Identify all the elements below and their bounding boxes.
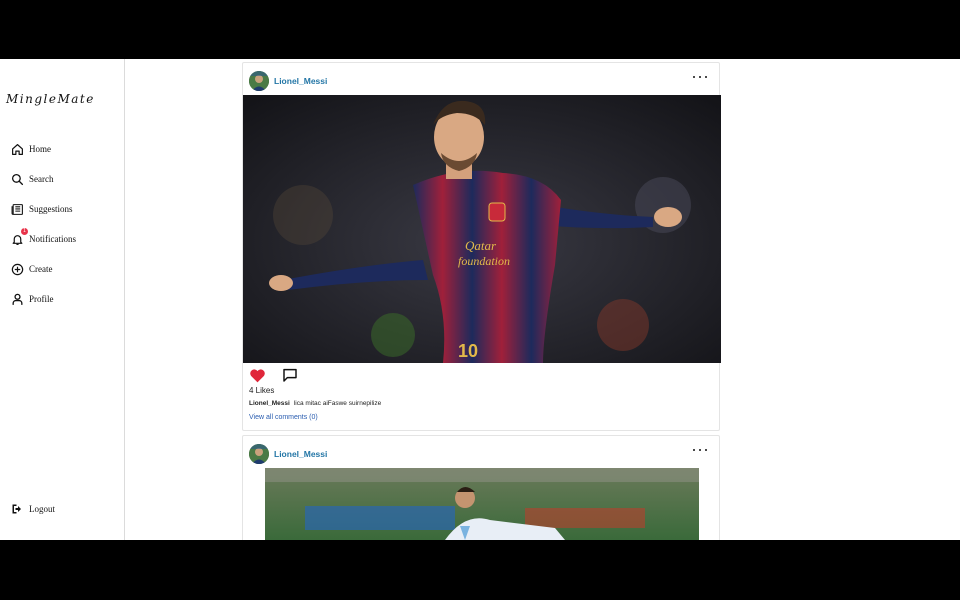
sidebar: MingleMate Home Search Suggestions 1 Not…	[0, 59, 125, 540]
home-icon	[9, 141, 25, 157]
feed: Lionel_Messi Qatar foundation 10 4 Likes…	[242, 59, 721, 540]
bell-icon: 1	[9, 228, 28, 247]
newspaper-icon	[9, 201, 25, 217]
likes-count: 4 Likes	[249, 386, 275, 395]
post-card: Lionel_Messi	[242, 62, 721, 431]
more-options-icon[interactable]	[693, 445, 707, 455]
svg-text:foundation: foundation	[458, 254, 510, 268]
view-comments-link[interactable]: View all comments (0)	[249, 414, 318, 421]
post-card: Lionel_Messi	[242, 435, 720, 540]
user-icon	[9, 291, 25, 307]
more-options-icon[interactable]	[693, 72, 707, 82]
sidebar-item-label: Logout	[29, 504, 55, 514]
post-header: Lionel_Messi	[243, 436, 719, 470]
logout-icon	[9, 501, 25, 517]
post-username[interactable]: Lionel_Messi	[274, 76, 327, 86]
avatar[interactable]	[249, 71, 269, 91]
sidebar-item-search[interactable]: Search	[9, 170, 54, 188]
sidebar-item-logout[interactable]: Logout	[9, 500, 55, 518]
sidebar-item-label: Home	[29, 144, 51, 154]
sidebar-item-label: Create	[29, 264, 53, 274]
plus-circle-icon	[9, 261, 25, 277]
svg-text:10: 10	[458, 341, 478, 361]
post-caption: Lionel_Messi lica mitac aiFaswe suirnepil…	[249, 400, 381, 407]
sidebar-item-label: Notifications	[29, 234, 76, 244]
comment-icon[interactable]	[282, 367, 298, 388]
sidebar-item-home[interactable]: Home	[9, 140, 51, 158]
app-viewport: MingleMate Home Search Suggestions 1 Not…	[0, 59, 960, 540]
post-header: Lionel_Messi	[243, 63, 719, 97]
notification-badge: 1	[21, 228, 28, 235]
svg-text:Qatar: Qatar	[465, 238, 497, 253]
sidebar-item-create[interactable]: Create	[9, 260, 52, 278]
sidebar-item-notifications[interactable]: 1 Notifications	[9, 228, 76, 248]
sidebar-item-profile[interactable]: Profile	[9, 290, 54, 308]
search-icon	[9, 171, 25, 187]
caption-text: lica mitac aiFaswe suirnepilize	[293, 400, 382, 407]
sidebar-item-label: Search	[29, 174, 54, 184]
post-image	[265, 468, 699, 540]
avatar[interactable]	[249, 444, 269, 464]
post-username[interactable]: Lionel_Messi	[274, 449, 327, 459]
sidebar-item-suggestions[interactable]: Suggestions	[9, 200, 73, 218]
sidebar-item-label: Suggestions	[29, 204, 73, 214]
caption-username[interactable]: Lionel_Messi	[249, 400, 290, 407]
brand-logo[interactable]: MingleMate	[6, 92, 95, 106]
like-heart-icon[interactable]	[249, 368, 266, 388]
sidebar-item-label: Profile	[29, 294, 54, 304]
post-image: Qatar foundation 10	[243, 95, 721, 363]
